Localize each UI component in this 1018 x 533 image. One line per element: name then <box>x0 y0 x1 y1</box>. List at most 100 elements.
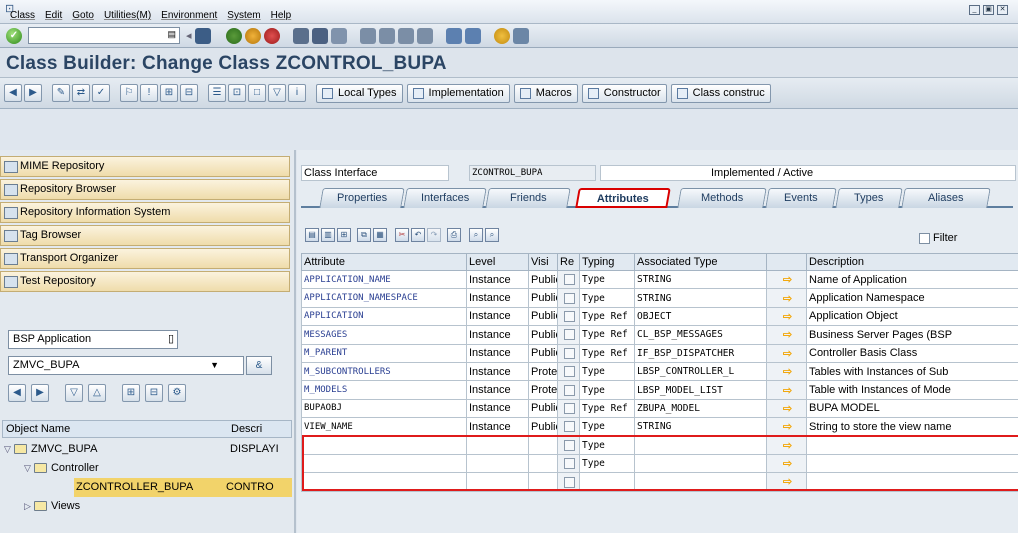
cell-level[interactable]: Instance <box>466 269 529 290</box>
cell-level[interactable] <box>466 453 529 474</box>
read-only-checkbox[interactable] <box>564 458 575 470</box>
cell-description[interactable]: Controller Basis Class <box>806 343 1018 363</box>
cell-level[interactable]: Instance <box>466 343 529 363</box>
class-constructor-button[interactable]: Class construc <box>670 83 771 103</box>
table-row[interactable]: M_PARENTInstancePublic Type RefIF_BSP_DIS… <box>301 343 1018 363</box>
navigation-icon[interactable]: ⊡ <box>228 84 246 102</box>
cell-associated-type[interactable]: STRING <box>634 417 767 437</box>
filter-icon[interactable]: ▽ <box>268 84 286 102</box>
cell-read-only[interactable] <box>557 380 580 400</box>
activate-icon[interactable]: ⚐ <box>120 84 138 102</box>
back-arrow-icon[interactable]: ◀ <box>4 84 22 102</box>
read-only-checkbox[interactable] <box>564 311 575 323</box>
cell-description[interactable]: Table with Instances of Mode <box>806 380 1018 400</box>
cell-description[interactable]: Application Object <box>806 306 1018 327</box>
cell-typing[interactable]: Type Ref <box>579 398 635 419</box>
column-read-only[interactable]: Re <box>557 253 580 271</box>
sync-icon[interactable]: ⊟ <box>145 384 163 402</box>
cell-typing[interactable]: Type <box>579 361 635 382</box>
tab-attributes[interactable]: Attributes <box>575 188 671 208</box>
cell-typing[interactable]: Type <box>579 417 635 437</box>
back-icon[interactable]: ◀ <box>8 384 26 402</box>
tree-node-controller[interactable]: ▽ Controller <box>24 459 99 478</box>
hierarchy-icon[interactable]: ⊟ <box>180 84 198 102</box>
table-row[interactable]: M_MODELSInstanceProtec TypeLBSP_MODEL_LIS… <box>301 380 1018 400</box>
cell-read-only[interactable] <box>557 417 580 437</box>
read-only-checkbox[interactable] <box>564 421 575 433</box>
table-row[interactable]: BUPAOBJInstancePublic Type RefZBUPA_MODEL… <box>301 398 1018 419</box>
cell-attribute[interactable]: VIEW_NAME <box>301 417 467 437</box>
cell-visibility[interactable]: Protec <box>528 380 558 400</box>
minimize-icon[interactable]: _ <box>969 5 980 15</box>
tab-events[interactable]: Events <box>765 188 837 208</box>
table-row[interactable]: APPLICATIONInstancePublic Type RefOBJECT⇨… <box>301 306 1018 327</box>
active-inactive-icon[interactable]: ⇄ <box>72 84 90 102</box>
navigate-arrow-icon[interactable]: ⇨ <box>766 325 807 345</box>
object-type-select[interactable]: BSP Application ▯ <box>8 330 178 349</box>
nav-transport-organizer[interactable]: Transport Organizer <box>0 248 290 269</box>
cell-associated-type[interactable]: OBJECT <box>634 306 767 327</box>
copy-icon[interactable]: ⧉ <box>357 228 371 242</box>
cell-level[interactable] <box>466 435 529 455</box>
dropdown-arrow-icon[interactable]: ▼ <box>210 357 219 374</box>
cell-level[interactable]: Instance <box>466 380 529 400</box>
cell-read-only[interactable] <box>557 306 580 327</box>
cell-associated-type[interactable]: LBSP_MODEL_LIST <box>634 380 767 400</box>
tab-methods[interactable]: Methods <box>677 188 767 208</box>
cell-description[interactable]: Application Namespace <box>806 288 1018 308</box>
close-icon[interactable]: ✕ <box>997 5 1008 15</box>
cell-level[interactable]: Instance <box>466 361 529 382</box>
cell-read-only[interactable] <box>557 343 580 363</box>
tab-properties[interactable]: Properties <box>319 188 405 208</box>
tab-friends[interactable]: Friends <box>485 188 571 208</box>
nav-tag-browser[interactable]: Tag Browser <box>0 225 290 246</box>
cell-associated-type[interactable]: ZBUPA_MODEL <box>634 398 767 419</box>
navigate-arrow-icon[interactable]: ⇨ <box>766 343 807 363</box>
navigate-arrow-icon[interactable]: ⇨ <box>766 306 807 327</box>
print-icon[interactable] <box>292 27 309 44</box>
read-only-checkbox[interactable] <box>564 439 575 451</box>
constructor-button[interactable]: Constructor <box>581 83 667 103</box>
table-row[interactable]: ⇨ <box>301 472 1018 492</box>
navigate-arrow-icon[interactable]: ⇨ <box>766 398 807 419</box>
implementation-button[interactable]: Implementation <box>406 83 510 103</box>
cell-visibility[interactable]: Public <box>528 417 558 437</box>
cell-level[interactable]: Instance <box>466 398 529 419</box>
cell-attribute[interactable] <box>301 453 467 474</box>
cell-read-only[interactable] <box>557 398 580 419</box>
tree-node-zmvc-bupa[interactable]: ▽ ZMVC_BUPA DISPLAYI <box>4 440 292 459</box>
cell-attribute[interactable]: MESSAGES <box>301 325 467 345</box>
cell-visibility[interactable]: Public <box>528 343 558 363</box>
object-name-input[interactable]: ZMVC_BUPA ▼ <box>8 356 244 375</box>
table-row[interactable]: APPLICATION_NAMESPACEInstancePublic TypeS… <box>301 288 1018 308</box>
cell-associated-type[interactable]: STRING <box>634 269 767 290</box>
nav-repository-browser[interactable]: Repository Browser <box>0 179 290 200</box>
menu-item-environment[interactable]: Environment <box>161 10 217 21</box>
expand-icon[interactable]: ▽ <box>24 463 31 473</box>
column-typing[interactable]: Typing <box>579 253 635 271</box>
menu-item-system[interactable]: System <box>227 10 260 21</box>
read-only-checkbox[interactable] <box>564 274 575 286</box>
read-only-checkbox[interactable] <box>564 366 575 378</box>
menu-item-help[interactable]: Help <box>271 10 292 21</box>
cell-description[interactable]: BUPA MODEL <box>806 398 1018 419</box>
cell-description[interactable]: Tables with Instances of Sub <box>806 361 1018 382</box>
append-row-icon[interactable]: ⊞ <box>337 228 351 242</box>
object-list-icon[interactable]: ☰ <box>208 84 226 102</box>
cell-typing[interactable]: Type Ref <box>579 306 635 327</box>
read-only-checkbox[interactable] <box>564 292 575 304</box>
help-icon[interactable] <box>493 27 510 44</box>
navigate-arrow-icon[interactable]: ⇨ <box>766 472 807 492</box>
navigate-arrow-icon[interactable]: ⇨ <box>766 417 807 437</box>
find-next-icon[interactable] <box>330 27 347 44</box>
cell-associated-type[interactable]: STRING <box>634 288 767 308</box>
cell-attribute[interactable] <box>301 472 467 492</box>
menu-item-goto[interactable]: Goto <box>72 10 94 21</box>
cell-description[interactable]: String to store the view name <box>806 417 1018 437</box>
local-types-button[interactable]: Local Types <box>316 83 403 103</box>
dropdown-icon[interactable]: ▤ <box>167 29 176 40</box>
cell-read-only[interactable] <box>557 361 580 382</box>
cell-visibility[interactable]: Public <box>528 325 558 345</box>
read-only-checkbox[interactable] <box>564 403 575 415</box>
column-level[interactable]: Level <box>466 253 529 271</box>
